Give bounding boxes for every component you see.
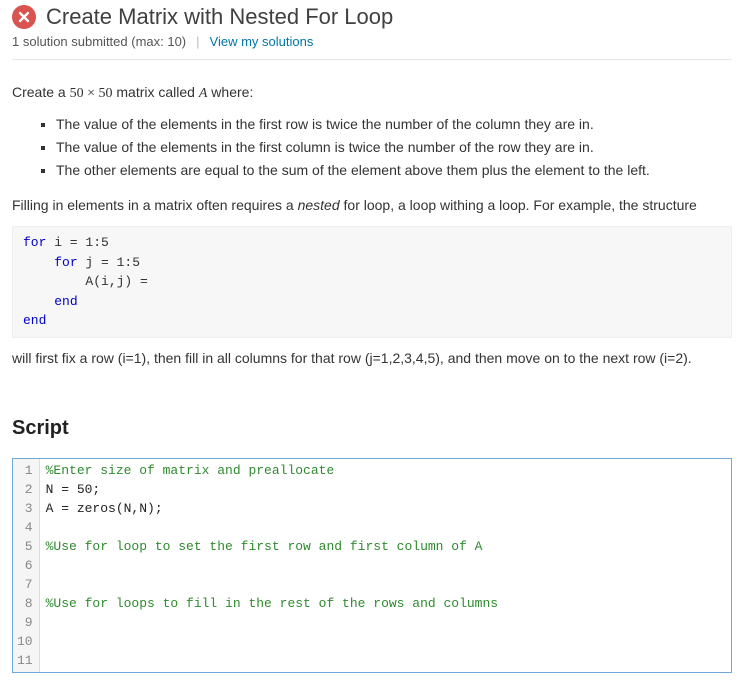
closing-line: will first fix a row (i=1), then fill in… — [12, 348, 732, 369]
list-item: The value of the elements in the first c… — [56, 137, 732, 158]
divider: | — [196, 34, 199, 49]
code-line[interactable] — [46, 632, 725, 651]
code-line[interactable]: %Use for loop to set the first row and f… — [46, 537, 725, 556]
line-number: 3 — [15, 499, 35, 518]
line-number: 6 — [15, 556, 35, 575]
list-item: The value of the elements in the first r… — [56, 114, 732, 135]
line-number: 2 — [15, 480, 35, 499]
code-line[interactable] — [46, 575, 725, 594]
assignment-header: Create Matrix with Nested For Loop — [12, 0, 732, 30]
code-line[interactable]: A = zeros(N,N); — [46, 499, 725, 518]
text: for loop, a loop withing a loop. For exa… — [340, 197, 697, 213]
code-line[interactable] — [46, 556, 725, 575]
submission-count: 1 solution submitted (max: 10) — [12, 34, 186, 49]
line-number: 8 — [15, 594, 35, 613]
script-heading: Script — [12, 417, 732, 440]
code-line[interactable]: %Use for loops to fill in the rest of th… — [46, 594, 725, 613]
assignment-title: Create Matrix with Nested For Loop — [46, 4, 393, 30]
line-number: 10 — [15, 632, 35, 651]
line-number: 11 — [15, 651, 35, 670]
intro-line: Create a 50 × 50 matrix called A where: — [12, 82, 732, 104]
text: Filling in elements in a matrix often re… — [12, 197, 298, 213]
text: where: — [207, 84, 253, 100]
submission-bar: 1 solution submitted (max: 10) | View my… — [12, 34, 732, 60]
code-line[interactable]: N = 50; — [46, 480, 725, 499]
code-line[interactable] — [46, 651, 725, 670]
line-number: 5 — [15, 537, 35, 556]
line-gutter: 1234567891011 — [13, 459, 40, 672]
line-number: 1 — [15, 461, 35, 480]
line-number: 9 — [15, 613, 35, 632]
list-item: The other elements are equal to the sum … — [56, 160, 732, 181]
code-line[interactable]: %Enter size of matrix and preallocate — [46, 461, 725, 480]
nested-intro: Filling in elements in a matrix often re… — [12, 195, 732, 216]
view-solutions-link[interactable]: View my solutions — [210, 34, 314, 49]
matrix-size: 50 × 50 — [70, 86, 113, 101]
example-code-block: for i = 1:5 for j = 1:5 A(i,j) = end end — [12, 226, 732, 338]
error-icon — [12, 5, 36, 29]
text: matrix called — [113, 84, 199, 100]
line-number: 7 — [15, 575, 35, 594]
code-line[interactable] — [46, 613, 725, 632]
nested-em: nested — [298, 197, 340, 213]
requirements-list: The value of the elements in the first r… — [12, 114, 732, 181]
problem-statement: Create a 50 × 50 matrix called A where: … — [12, 82, 732, 369]
code-editor[interactable]: 1234567891011 %Enter size of matrix and … — [12, 458, 732, 673]
code-body[interactable]: %Enter size of matrix and preallocateN =… — [40, 459, 731, 672]
code-line[interactable] — [46, 518, 725, 537]
text: Create a — [12, 84, 70, 100]
line-number: 4 — [15, 518, 35, 537]
